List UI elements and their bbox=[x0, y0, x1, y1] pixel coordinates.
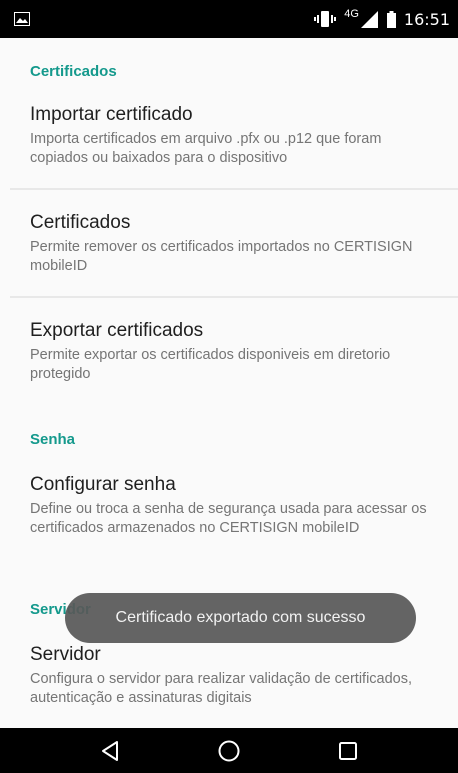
pref-configurar-senha[interactable]: Configurar senha Define ou troca a senha… bbox=[0, 474, 458, 538]
home-button[interactable] bbox=[209, 731, 249, 771]
toast-message: Certificado exportado com sucesso bbox=[65, 593, 416, 643]
navigation-bar bbox=[0, 728, 458, 773]
network-type: 4G bbox=[344, 8, 359, 20]
clock: 16:51 bbox=[403, 9, 450, 29]
pref-title: Configurar senha bbox=[30, 474, 176, 495]
pref-title: Certificados bbox=[30, 212, 131, 233]
category-title: Certificados bbox=[30, 63, 117, 80]
divider bbox=[10, 188, 458, 190]
category-certificados: Certificados bbox=[0, 63, 117, 80]
pref-summary: Permite exportar os certificados disponi… bbox=[30, 347, 391, 382]
divider bbox=[10, 296, 458, 298]
battery-icon bbox=[386, 10, 396, 28]
vibrate-icon bbox=[314, 10, 337, 28]
signal-icon bbox=[360, 10, 378, 28]
recents-icon bbox=[339, 741, 358, 760]
pref-exportar-certificados[interactable]: Exportar certificados Permite exportar o… bbox=[0, 320, 458, 384]
pref-title: Importar certificado bbox=[30, 104, 193, 125]
pref-summary: Permite remover os certificados importad… bbox=[30, 239, 413, 274]
back-icon bbox=[101, 740, 118, 761]
back-button[interactable] bbox=[90, 731, 130, 771]
pref-summary: Configura o servidor para realizar valid… bbox=[30, 671, 413, 706]
pref-servidor[interactable]: Servidor Configura o servidor para reali… bbox=[0, 644, 458, 708]
pref-importar-certificado[interactable]: Importar certificado Importa certificado… bbox=[0, 104, 458, 168]
pref-title: Exportar certificados bbox=[30, 320, 204, 341]
pref-certificados[interactable]: Certificados Permite remover os certific… bbox=[0, 212, 458, 276]
category-senha: Senha bbox=[0, 431, 75, 448]
recents-button[interactable] bbox=[328, 731, 368, 771]
status-bar: 4G 16:51 bbox=[0, 0, 458, 38]
pref-summary: Define ou troca a senha de segurança usa… bbox=[30, 501, 427, 536]
category-title: Senha bbox=[30, 431, 76, 448]
home-icon bbox=[218, 740, 240, 761]
image-notification-icon bbox=[14, 12, 30, 26]
pref-title: Servidor bbox=[30, 644, 101, 665]
pref-summary: Importa certificados em arquivo .pfx ou … bbox=[30, 131, 382, 166]
